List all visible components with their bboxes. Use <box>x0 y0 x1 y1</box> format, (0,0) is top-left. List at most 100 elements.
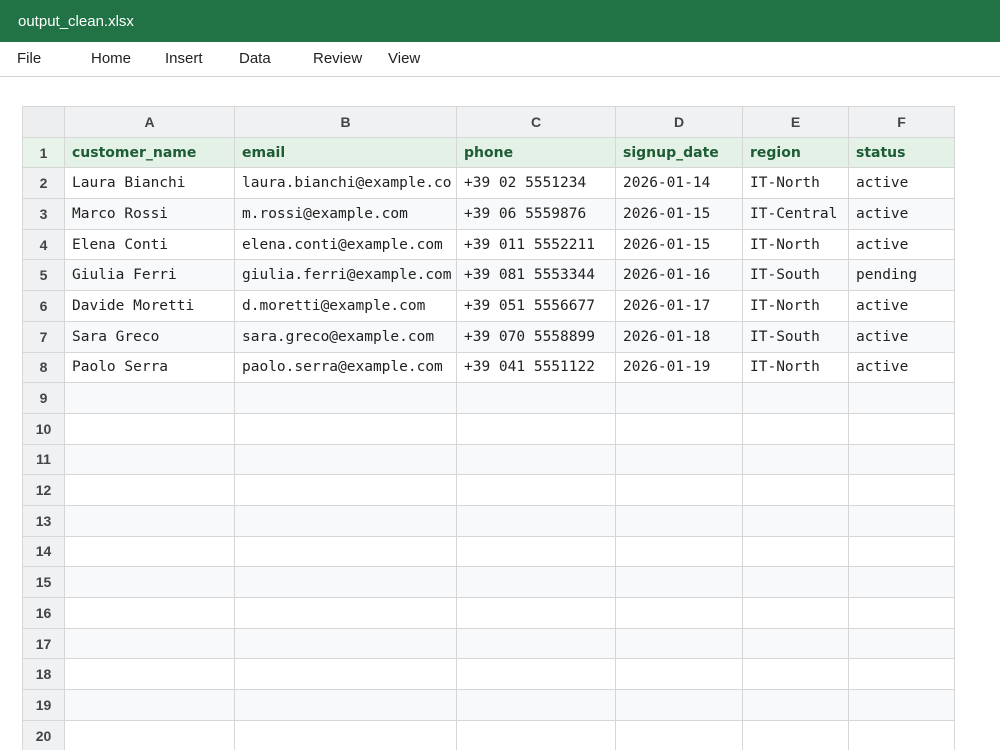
cell[interactable] <box>234 474 457 506</box>
cell[interactable] <box>615 566 743 598</box>
cell[interactable] <box>64 689 235 721</box>
cell[interactable] <box>615 504 743 537</box>
cell[interactable] <box>615 382 743 414</box>
cell[interactable] <box>456 689 616 721</box>
cell[interactable] <box>234 443 457 476</box>
cell[interactable] <box>742 504 849 537</box>
cell[interactable]: signup_date <box>615 136 743 169</box>
row-header[interactable]: 3 <box>22 198 65 230</box>
cell[interactable] <box>848 412 955 445</box>
cell[interactable] <box>64 443 235 476</box>
row-header[interactable]: 16 <box>22 597 65 629</box>
cell[interactable]: +39 051 5556677 <box>456 290 616 322</box>
row-header[interactable]: 1 <box>22 136 65 169</box>
cell[interactable]: Paolo Serra <box>64 351 235 384</box>
cell[interactable]: active <box>848 351 955 384</box>
cell[interactable]: region <box>742 136 849 169</box>
cell[interactable]: 2026-01-18 <box>615 320 743 353</box>
cell[interactable] <box>64 566 235 598</box>
cell[interactable]: paolo.serra@example.com <box>234 351 457 384</box>
cell[interactable] <box>742 566 849 598</box>
cell[interactable] <box>742 412 849 445</box>
cell[interactable]: IT-South <box>742 259 849 292</box>
cell[interactable] <box>456 504 616 537</box>
row-header[interactable]: 11 <box>22 443 65 476</box>
row-header[interactable]: 5 <box>22 259 65 292</box>
column-header[interactable]: A <box>64 106 235 138</box>
cell[interactable]: +39 070 5558899 <box>456 320 616 353</box>
menu-review[interactable]: Review <box>313 42 362 76</box>
cell[interactable] <box>456 719 616 750</box>
cell[interactable]: Marco Rossi <box>64 198 235 230</box>
cell[interactable]: laura.bianchi@example.co <box>234 167 457 200</box>
cell[interactable] <box>742 443 849 476</box>
cell[interactable]: active <box>848 198 955 230</box>
cell[interactable] <box>742 719 849 750</box>
cell[interactable] <box>848 382 955 414</box>
cell[interactable] <box>742 658 849 691</box>
cell[interactable]: 2026-01-15 <box>615 228 743 261</box>
cell[interactable] <box>848 443 955 476</box>
cell[interactable]: phone <box>456 136 616 169</box>
cell[interactable]: Sara Greco <box>64 320 235 353</box>
cell[interactable]: Laura Bianchi <box>64 167 235 200</box>
cell[interactable] <box>615 474 743 506</box>
cell[interactable] <box>615 443 743 476</box>
cell[interactable] <box>742 627 849 660</box>
cell[interactable] <box>64 535 235 568</box>
cell[interactable]: IT-South <box>742 320 849 353</box>
row-header[interactable]: 8 <box>22 351 65 384</box>
cell[interactable]: IT-North <box>742 351 849 384</box>
column-header[interactable]: D <box>615 106 743 138</box>
cell[interactable]: 2026-01-14 <box>615 167 743 200</box>
row-header[interactable]: 14 <box>22 535 65 568</box>
cell[interactable]: IT-North <box>742 167 849 200</box>
cell[interactable] <box>64 627 235 660</box>
cell[interactable]: Davide Moretti <box>64 290 235 322</box>
cell[interactable] <box>848 597 955 629</box>
cell[interactable]: Giulia Ferri <box>64 259 235 292</box>
cell[interactable] <box>234 382 457 414</box>
cell[interactable] <box>848 535 955 568</box>
cell[interactable]: +39 06 5559876 <box>456 198 616 230</box>
cell[interactable]: IT-Central <box>742 198 849 230</box>
cell[interactable] <box>64 382 235 414</box>
cell[interactable] <box>234 412 457 445</box>
cell[interactable]: elena.conti@example.com <box>234 228 457 261</box>
row-header[interactable]: 20 <box>22 719 65 750</box>
cell[interactable] <box>615 689 743 721</box>
cell[interactable] <box>234 535 457 568</box>
row-header[interactable]: 15 <box>22 566 65 598</box>
menu-home[interactable]: Home <box>91 42 131 76</box>
cell[interactable] <box>234 658 457 691</box>
cell[interactable] <box>234 627 457 660</box>
cell[interactable] <box>234 597 457 629</box>
cell[interactable]: +39 041 5551122 <box>456 351 616 384</box>
cell[interactable] <box>64 719 235 750</box>
row-header[interactable]: 12 <box>22 474 65 506</box>
row-header[interactable]: 7 <box>22 320 65 353</box>
cell[interactable]: 2026-01-17 <box>615 290 743 322</box>
row-header[interactable]: 10 <box>22 412 65 445</box>
cell[interactable] <box>742 597 849 629</box>
cell[interactable] <box>848 689 955 721</box>
cell[interactable] <box>456 627 616 660</box>
cell[interactable] <box>742 535 849 568</box>
cell[interactable] <box>848 658 955 691</box>
cell[interactable] <box>456 658 616 691</box>
cell[interactable]: active <box>848 167 955 200</box>
cell[interactable]: giulia.ferri@example.com <box>234 259 457 292</box>
cell[interactable] <box>64 474 235 506</box>
row-header[interactable]: 18 <box>22 658 65 691</box>
cell[interactable]: +39 081 5553344 <box>456 259 616 292</box>
cell[interactable] <box>234 566 457 598</box>
cell[interactable] <box>456 566 616 598</box>
cell[interactable] <box>742 474 849 506</box>
cell[interactable] <box>742 382 849 414</box>
cell[interactable] <box>234 689 457 721</box>
cell[interactable] <box>234 719 457 750</box>
cell[interactable]: m.rossi@example.com <box>234 198 457 230</box>
cell[interactable] <box>456 535 616 568</box>
cell[interactable]: +39 02 5551234 <box>456 167 616 200</box>
select-all-corner[interactable] <box>22 106 65 138</box>
